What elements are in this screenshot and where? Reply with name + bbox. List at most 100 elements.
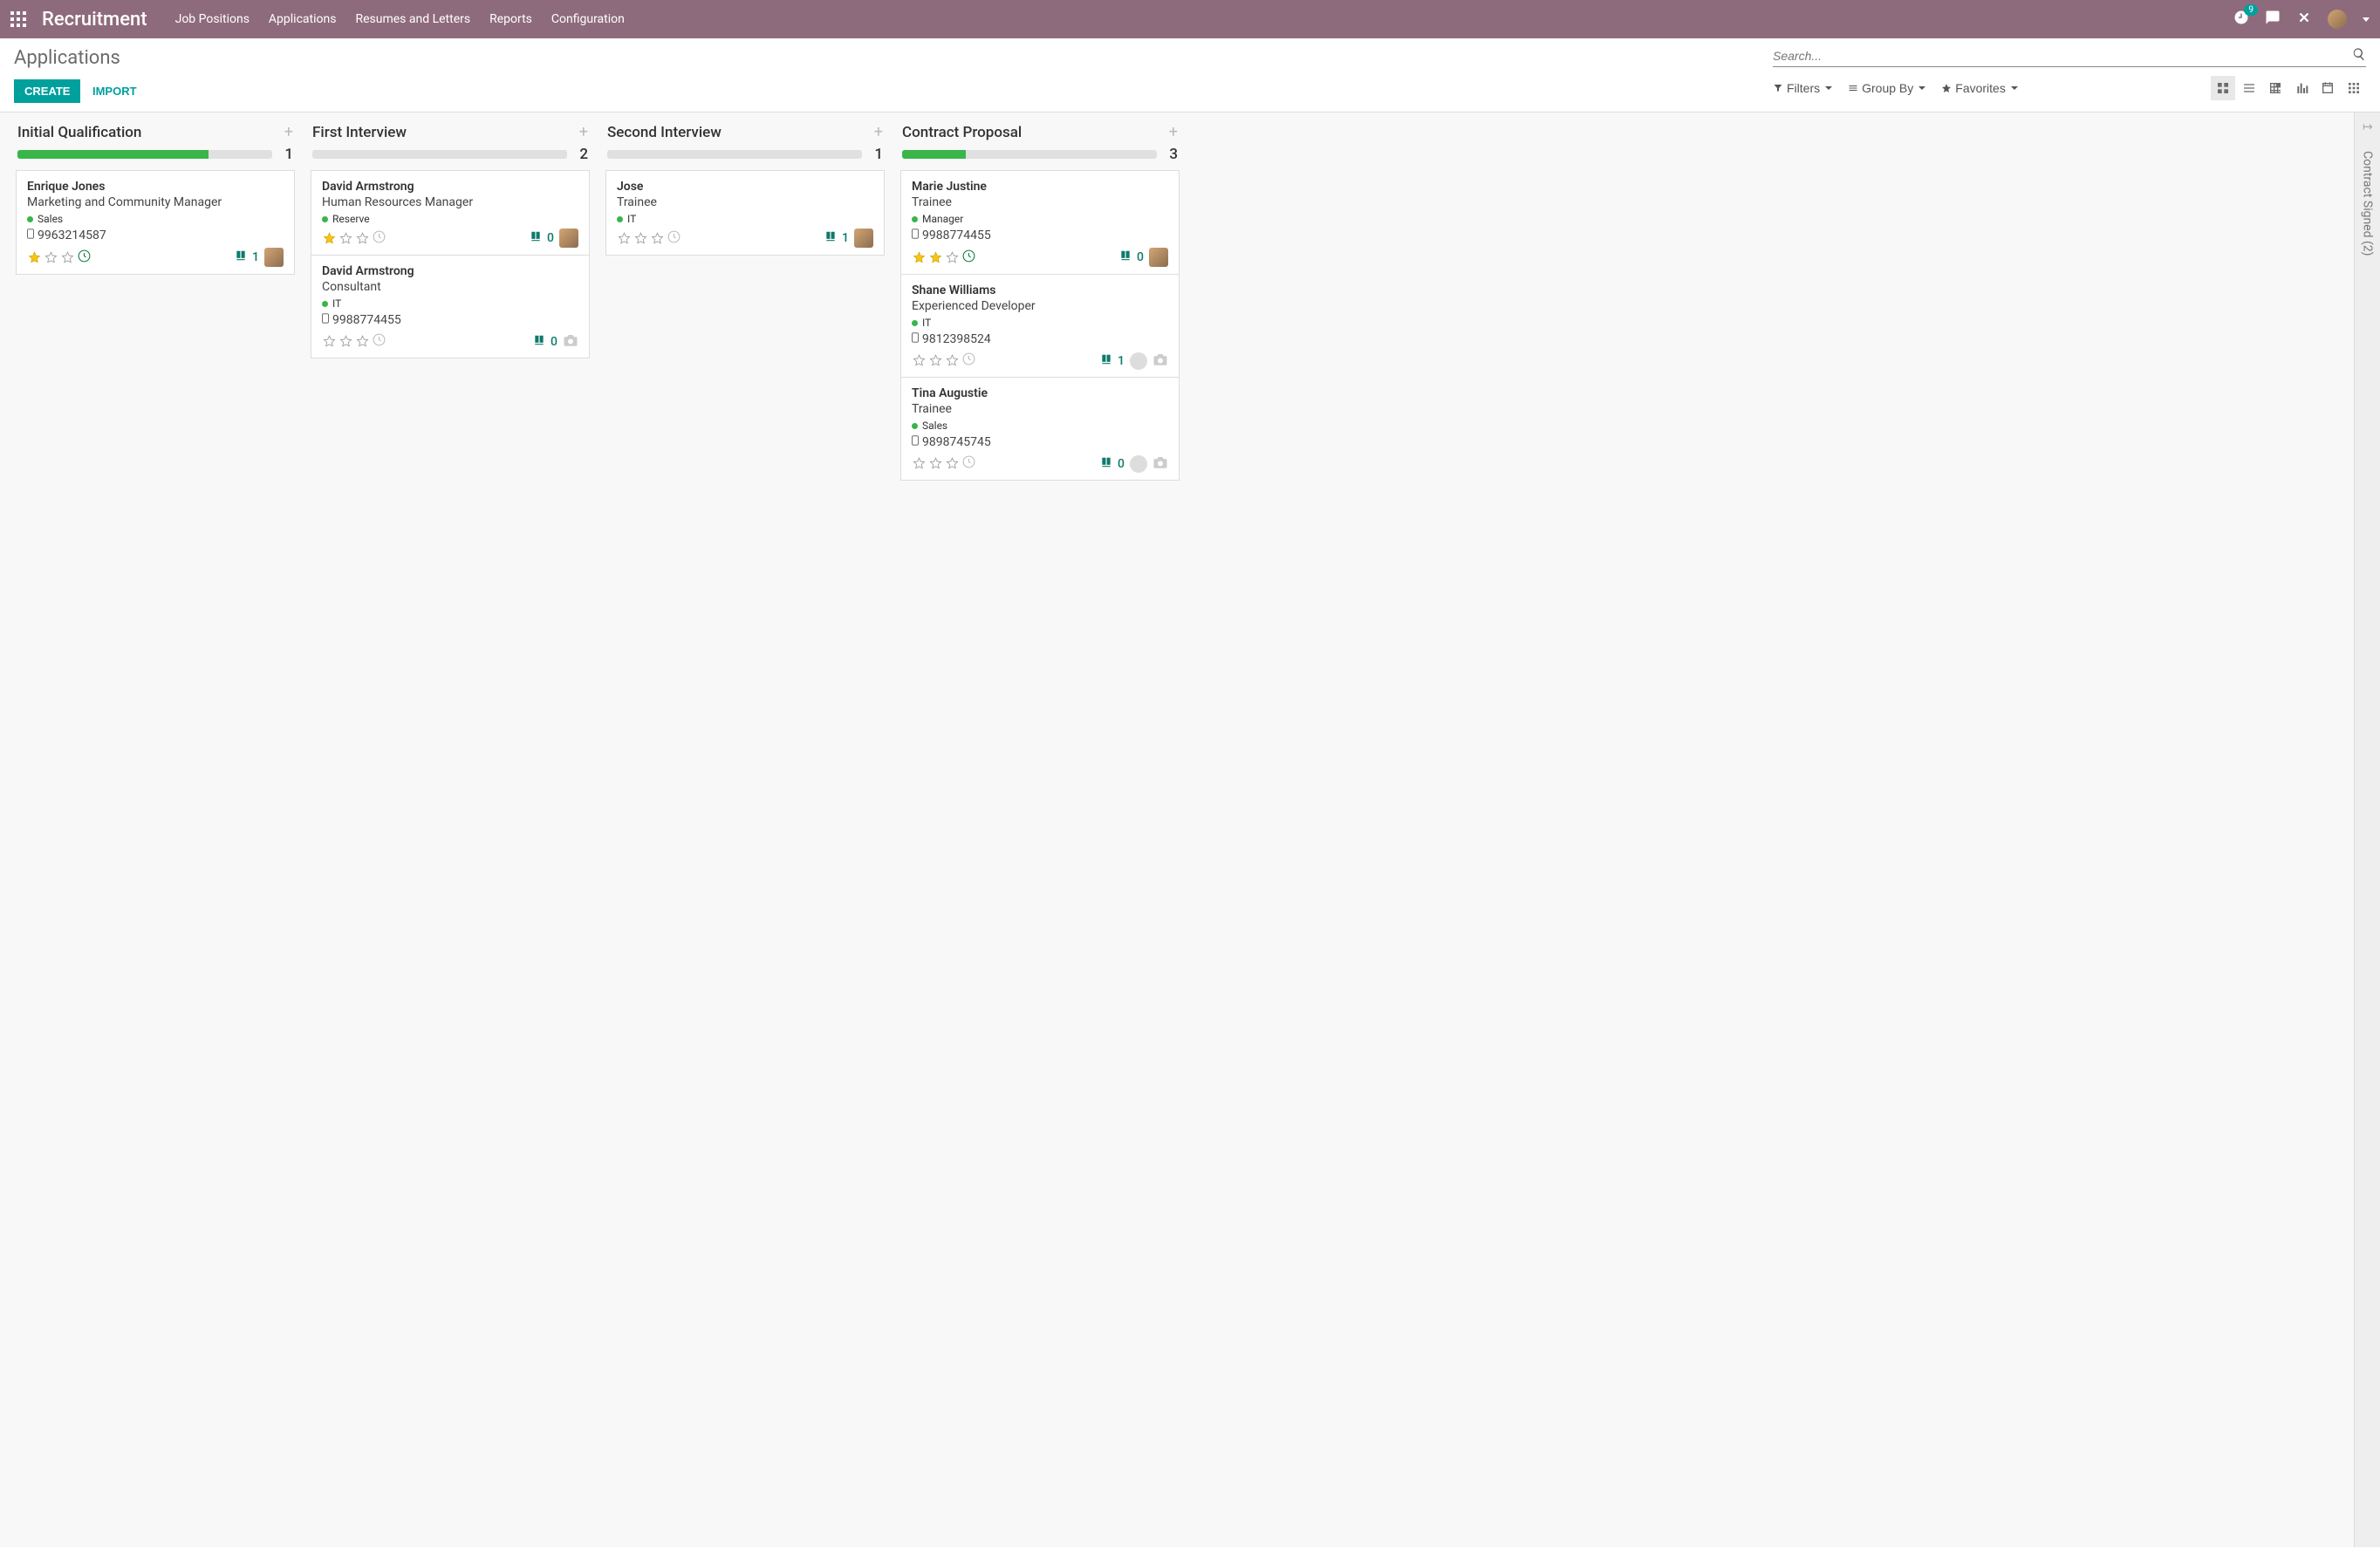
book-icon[interactable] bbox=[1100, 456, 1112, 472]
quick-create-icon[interactable]: + bbox=[579, 123, 588, 141]
group-by-button[interactable]: Group By bbox=[1848, 81, 1925, 95]
card-job-role: Trainee bbox=[617, 195, 873, 209]
attachment-count: 1 bbox=[252, 250, 259, 264]
column-title[interactable]: Initial Qualification bbox=[17, 124, 141, 141]
column-title[interactable]: Contract Proposal bbox=[902, 124, 1022, 141]
card-footer: 0 bbox=[912, 454, 1168, 473]
mobile-icon bbox=[912, 229, 919, 242]
priority-stars[interactable] bbox=[617, 229, 681, 248]
progress-bar[interactable] bbox=[17, 150, 272, 159]
tag-dot bbox=[912, 216, 918, 222]
quick-create-icon[interactable]: + bbox=[1169, 123, 1178, 141]
kanban-card[interactable]: David Armstrong Human Resources Manager … bbox=[311, 170, 590, 256]
page-title: Applications bbox=[14, 47, 146, 69]
funnel-icon bbox=[1773, 83, 1783, 93]
book-icon[interactable] bbox=[824, 230, 837, 246]
column-header: Second Interview + bbox=[605, 119, 885, 143]
card-right: 0 bbox=[533, 333, 578, 351]
card-right: 1 bbox=[824, 229, 873, 248]
assignee-avatar[interactable] bbox=[264, 248, 284, 267]
card-footer: 0 bbox=[322, 332, 578, 351]
clock-icon[interactable]: 9 bbox=[2233, 10, 2249, 29]
kanban-card[interactable]: David Armstrong Consultant IT 9988774455… bbox=[311, 255, 590, 358]
card-phone: 9898745745 bbox=[912, 435, 1168, 449]
attachment-count: 0 bbox=[547, 231, 554, 245]
column-count: 2 bbox=[574, 146, 588, 163]
app-brand: Recruitment bbox=[42, 9, 147, 31]
nav-link-resumes[interactable]: Resumes and Letters bbox=[355, 12, 470, 26]
kanban-card[interactable]: Shane Williams Experienced Developer IT … bbox=[900, 274, 1180, 378]
kanban-card[interactable]: Tina Augustie Trainee Sales 9898745745 0 bbox=[900, 377, 1180, 481]
card-job-role: Trainee bbox=[912, 195, 1168, 209]
book-icon[interactable] bbox=[533, 334, 545, 350]
progress-bar[interactable] bbox=[607, 150, 862, 159]
priority-stars[interactable] bbox=[322, 332, 386, 351]
column-title[interactable]: First Interview bbox=[312, 124, 407, 141]
nav-link-configuration[interactable]: Configuration bbox=[551, 12, 625, 26]
assignee-avatar[interactable] bbox=[559, 229, 578, 248]
book-icon[interactable] bbox=[1100, 353, 1112, 369]
card-right: 1 bbox=[235, 248, 284, 267]
activity-clock-icon[interactable] bbox=[77, 249, 92, 267]
close-icon[interactable] bbox=[2296, 10, 2312, 29]
assignee-avatar[interactable] bbox=[854, 229, 873, 248]
card-tag: IT bbox=[322, 297, 578, 310]
view-graph[interactable] bbox=[2289, 76, 2314, 100]
view-list[interactable] bbox=[2237, 76, 2261, 100]
kanban-card[interactable]: Marie Justine Trainee Manager 9988774455… bbox=[900, 170, 1180, 275]
activity-clock-icon[interactable] bbox=[372, 229, 386, 248]
tag-dot bbox=[27, 216, 33, 222]
user-menu-caret[interactable] bbox=[2363, 17, 2370, 22]
quick-create-icon[interactable]: + bbox=[284, 123, 293, 141]
kanban-card[interactable]: Enrique Jones Marketing and Community Ma… bbox=[16, 170, 295, 275]
nav-link-applications[interactable]: Applications bbox=[269, 12, 337, 26]
view-activity[interactable] bbox=[2342, 76, 2366, 100]
view-calendar[interactable] bbox=[2315, 76, 2340, 100]
user-avatar[interactable] bbox=[2328, 10, 2347, 29]
search-options: Filters Group By Favorites bbox=[1773, 76, 2366, 100]
nav-link-job-positions[interactable]: Job Positions bbox=[175, 12, 250, 26]
messaging-icon[interactable] bbox=[2265, 10, 2281, 29]
book-icon[interactable] bbox=[530, 230, 542, 246]
assignee-avatar[interactable] bbox=[1149, 248, 1168, 267]
priority-stars[interactable] bbox=[322, 229, 386, 248]
card-phone: 9812398524 bbox=[912, 332, 1168, 346]
import-button[interactable]: IMPORT bbox=[84, 79, 146, 103]
card-applicant-name: Jose bbox=[617, 180, 873, 194]
nav-link-reports[interactable]: Reports bbox=[489, 12, 532, 26]
activity-clock-icon[interactable] bbox=[961, 351, 976, 370]
progress-bar[interactable] bbox=[902, 150, 1157, 159]
priority-stars[interactable] bbox=[912, 351, 976, 370]
view-kanban[interactable] bbox=[2211, 76, 2235, 100]
column-progress: 3 bbox=[902, 146, 1178, 163]
activity-clock-icon[interactable] bbox=[961, 249, 976, 267]
book-icon[interactable] bbox=[235, 249, 247, 265]
progress-bar[interactable] bbox=[312, 150, 567, 159]
column-title[interactable]: Second Interview bbox=[607, 124, 722, 141]
activity-clock-icon[interactable] bbox=[372, 332, 386, 351]
priority-stars[interactable] bbox=[912, 454, 976, 473]
activity-clock-icon[interactable] bbox=[961, 454, 976, 473]
search-input[interactable] bbox=[1773, 49, 2352, 63]
priority-stars[interactable] bbox=[27, 249, 92, 267]
create-button[interactable]: CREATE bbox=[14, 79, 80, 103]
mobile-icon bbox=[27, 229, 34, 242]
card-footer: 1 bbox=[912, 351, 1168, 370]
assignee-avatar[interactable] bbox=[1130, 352, 1147, 370]
activity-clock-icon[interactable] bbox=[667, 229, 681, 248]
kanban-card[interactable]: Jose Trainee IT 1 bbox=[605, 170, 885, 256]
kanban-column: Second Interview + 1 Jose Trainee IT bbox=[600, 119, 890, 1547]
column-count: 1 bbox=[869, 146, 883, 163]
quick-create-icon[interactable]: + bbox=[874, 123, 883, 141]
priority-stars[interactable] bbox=[912, 249, 976, 267]
search-box bbox=[1773, 47, 2366, 67]
assignee-avatar[interactable] bbox=[1130, 455, 1147, 473]
view-pivot[interactable] bbox=[2263, 76, 2288, 100]
attachment-count: 0 bbox=[1118, 457, 1125, 471]
search-icon[interactable] bbox=[2352, 47, 2366, 65]
book-icon[interactable] bbox=[1119, 249, 1132, 265]
apps-icon[interactable] bbox=[10, 11, 26, 27]
favorites-button[interactable]: Favorites bbox=[1941, 81, 2018, 95]
filters-button[interactable]: Filters bbox=[1773, 81, 1832, 95]
collapsed-column[interactable]: ↤ Contract Signed (2) bbox=[2354, 113, 2380, 1547]
